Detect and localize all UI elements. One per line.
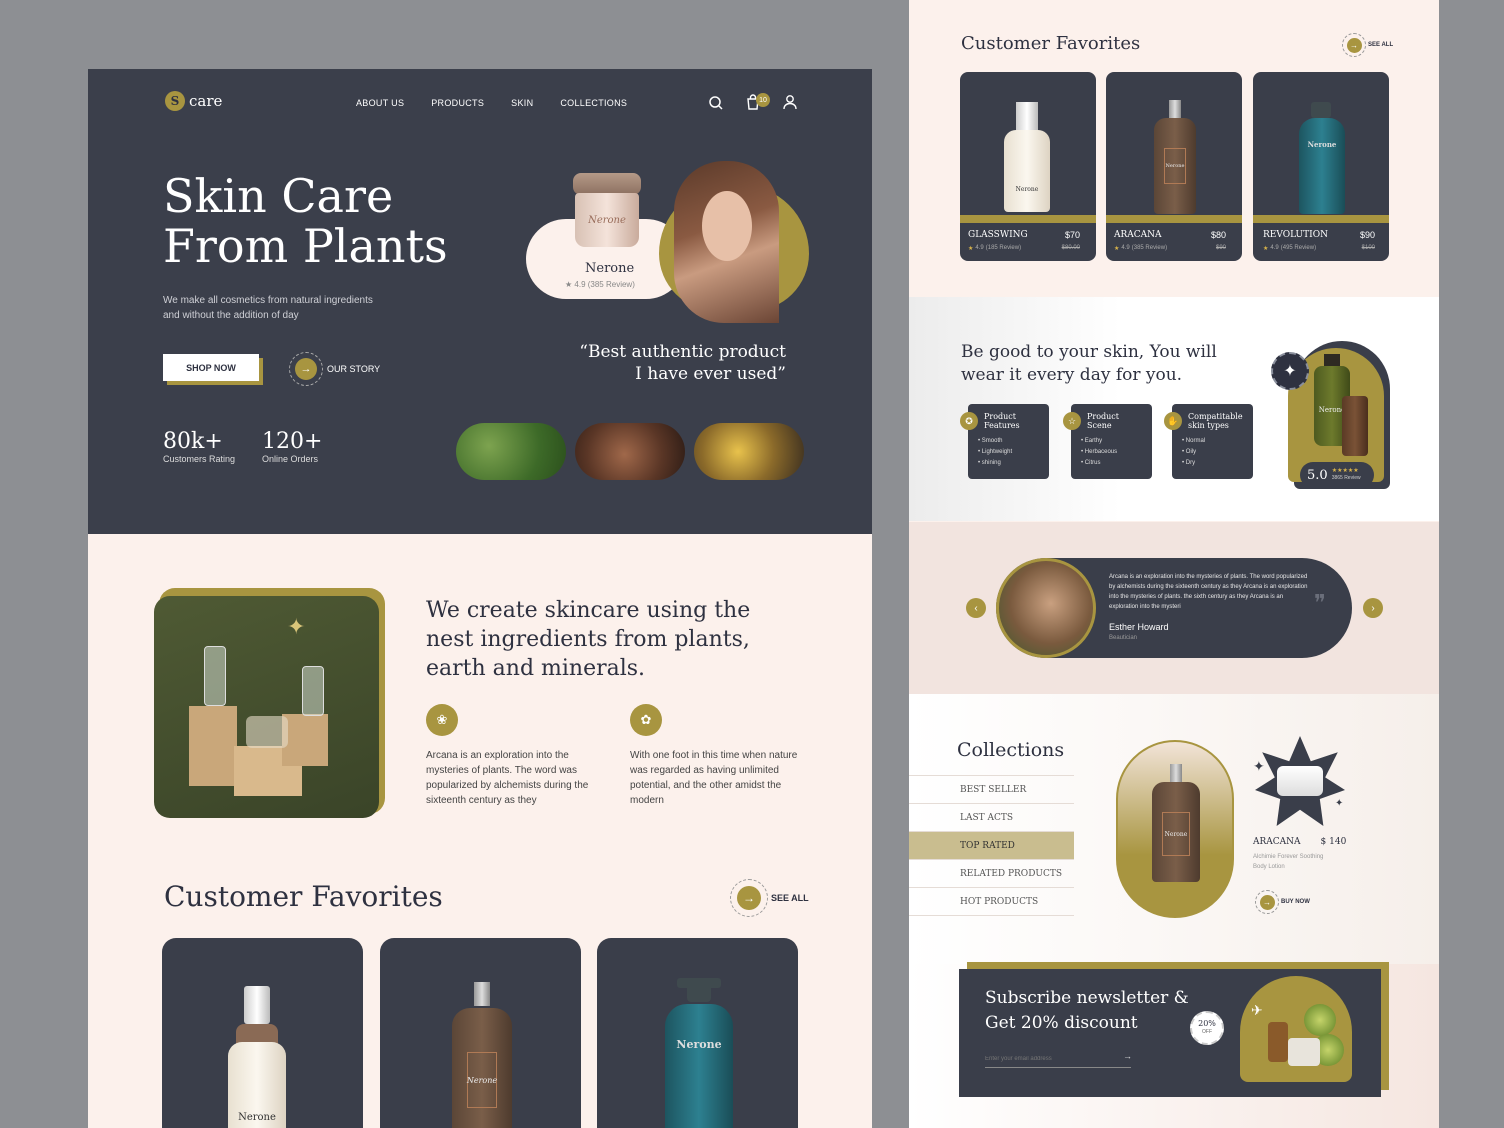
mini-card-revolution[interactable]: Nerone REVOLUTION $90 ★ 4.9 (495 Review) $… <box>1253 72 1389 261</box>
star-badge-icon: ☆ <box>1063 412 1081 430</box>
collection-top-rated[interactable]: TOP RATED <box>909 832 1074 860</box>
newsletter-heading: Subscribe newsletter & Get 20% discount <box>985 988 1189 1033</box>
about-heading: We create skincare using the nest ingred… <box>426 598 751 681</box>
gold-mineral-image <box>694 423 804 480</box>
see-all-button[interactable]: → SEE ALL <box>730 879 809 917</box>
product-card-revolution[interactable]: Nerone <box>597 938 798 1128</box>
product-card-aracana[interactable]: Nerone <box>380 938 581 1128</box>
hero-section: S care ABOUT US PRODUCTS SKIN COLLECTION… <box>88 69 872 534</box>
rating-pill: 5.0 ★★★★★ 3865 Review <box>1300 462 1374 488</box>
lotus-icon: ❀ <box>426 704 458 736</box>
collection-product-image: Nerone <box>1116 740 1234 918</box>
favorites-title-mini: Customer Favorites <box>961 33 1141 54</box>
arrow-right-icon: → <box>295 358 317 380</box>
stat-orders: 120+ Online Orders <box>262 429 323 464</box>
testimonial-text: Arcana is an exploration into the myster… <box>1109 574 1308 610</box>
mini-card-aracana[interactable]: Nerone ARACANA $80 ★ 4.9 (385 Review) $90 <box>1106 72 1242 261</box>
sparkle-icon-small: ✦ <box>1335 798 1344 809</box>
cream-jar-image: Nerone <box>573 173 641 251</box>
collections-title: Collections <box>957 739 1065 761</box>
hero-quote: “Best authentic product I have ever used… <box>579 342 786 384</box>
badge-icon: ✪ <box>960 412 978 430</box>
arrow-right-icon: → <box>1259 894 1275 910</box>
our-story-button[interactable]: → OUR STORY <box>289 352 380 386</box>
testimonial-card: Arcana is an exploration into the myster… <box>996 558 1352 658</box>
see-all-button-mini[interactable]: → SEE ALL <box>1342 33 1393 57</box>
skincare-product-photo: ✦ <box>154 596 379 818</box>
mini-card-glasswing[interactable]: Nerone GLASSWING $70 ★ 4.9 (185 Review) $8… <box>960 72 1096 261</box>
star-icon: ★ <box>968 246 974 252</box>
main-nav: ABOUT US PRODUCTS SKIN COLLECTIONS <box>356 98 627 108</box>
hero-subtitle: We make all cosmetics from natural ingre… <box>163 295 373 321</box>
star-icon: ★ <box>1114 246 1120 252</box>
nav-collections[interactable]: COLLECTIONS <box>560 98 627 108</box>
hero-title: Skin Care From Plants <box>163 169 448 273</box>
paper-plane-icon: ✈ <box>1251 1002 1263 1018</box>
feature-box-product-scene: ☆ Product Scene • Earthy • Herbaceous • C… <box>1063 404 1152 479</box>
collection-best-seller[interactable]: BEST SELLER <box>909 776 1074 804</box>
search-icon[interactable] <box>708 95 724 116</box>
landing-page-right: Customer Favorites → SEE ALL Nerone GLAS… <box>909 0 1439 1128</box>
submit-arrow-icon[interactable]: → <box>1123 1051 1132 1061</box>
newsletter-product-image <box>1240 976 1352 1082</box>
prev-arrow-icon[interactable]: ‹ <box>966 598 986 618</box>
brand-name: care <box>189 92 223 110</box>
sparkle-icon: ✦ <box>287 614 306 639</box>
sparkle-seal-icon: ✦ <box>1271 352 1309 390</box>
stat-customers: 80k+ Customers Rating <box>163 429 236 464</box>
nav-products[interactable]: PRODUCTS <box>431 98 484 108</box>
about-feature-text-1: Arcana is an exploration into the myster… <box>426 750 589 806</box>
feature-box-skin-types: ✋ Compatitable skin types • Normal • Oily… <box>1164 404 1253 479</box>
collections-list: BEST SELLER LAST ACTS TOP RATED RELATED … <box>909 775 1074 916</box>
flower-icon: ✿ <box>630 704 662 736</box>
user-icon[interactable] <box>782 94 798 115</box>
collection-hot-products[interactable]: HOT PRODUCTS <box>909 888 1074 916</box>
cart-count-badge: 10 <box>756 93 770 107</box>
quote-icon: ❞ <box>1314 590 1326 615</box>
leaves-image <box>456 423 566 480</box>
sparkle-icon: ✦ <box>1253 758 1265 774</box>
brand-logo[interactable]: S care <box>165 91 222 111</box>
reviewer-name: Esther Howard <box>1109 622 1169 632</box>
buy-now-button[interactable]: → BUY NOW <box>1255 890 1310 914</box>
landing-page-left: S care ABOUT US PRODUCTS SKIN COLLECTION… <box>88 69 872 1128</box>
arrow-right-icon: → <box>1346 37 1362 53</box>
nav-skin[interactable]: SKIN <box>511 98 533 108</box>
about-feature-text-2: With one foot in this time when nature w… <box>630 750 798 806</box>
product-card-glasswing[interactable]: Nerone <box>162 938 363 1128</box>
next-arrow-icon[interactable]: › <box>1363 598 1383 618</box>
nav-about-us[interactable]: ABOUT US <box>356 98 404 108</box>
star-icon: ★ <box>1263 246 1269 252</box>
reviewer-role: Beautician <box>1109 635 1138 641</box>
newsletter-email-input[interactable] <box>985 1050 1131 1068</box>
featured-product-name: Nerone <box>585 261 635 276</box>
woman-face-image <box>575 423 685 480</box>
cream-jar-mini-image <box>1277 766 1323 796</box>
logo-badge-icon: S <box>165 91 185 111</box>
benefits-heading: Be good to your skin, You will wear it e… <box>961 342 1217 385</box>
arrow-right-icon: → <box>737 886 761 910</box>
collection-last-acts[interactable]: LAST ACTS <box>909 804 1074 832</box>
reviewer-avatar <box>996 558 1096 658</box>
collection-product-title: ARACANA $ 140 <box>1253 837 1347 847</box>
feature-box-product-features: ✪ Product Features • Smooth • Lightweight… <box>960 404 1049 479</box>
featured-product-rating: ★ 4.9 (385 Review) <box>565 280 635 289</box>
discount-badge: 20% OFF <box>1190 1011 1224 1045</box>
shop-now-button[interactable]: SHOP NOW <box>163 354 259 381</box>
hand-icon: ✋ <box>1164 412 1182 430</box>
collection-product-desc: Alchimie Forever Soothing Body Lotion <box>1253 854 1324 870</box>
favorites-title: Customer Favorites <box>164 880 443 913</box>
collection-related-products[interactable]: RELATED PRODUCTS <box>909 860 1074 888</box>
model-portrait-image <box>674 161 779 323</box>
